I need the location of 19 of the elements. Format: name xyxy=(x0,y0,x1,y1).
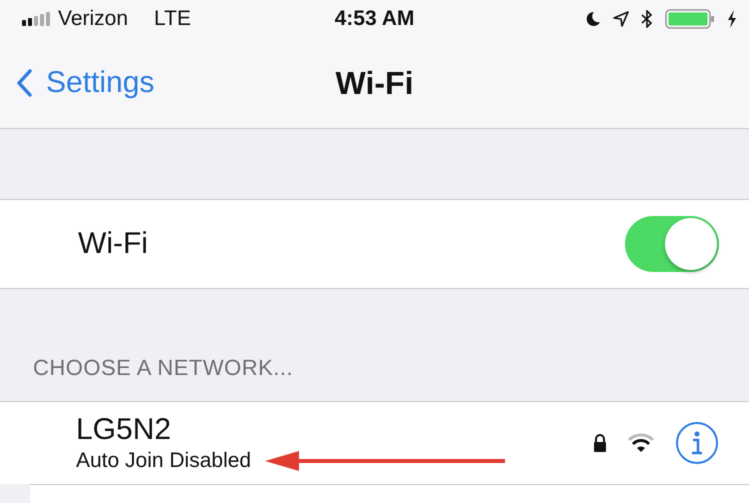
info-icon[interactable] xyxy=(675,421,719,465)
network-status: Auto Join Disabled xyxy=(76,449,252,473)
moon-icon xyxy=(585,11,601,27)
carrier-name: Verizon xyxy=(58,7,128,31)
bluetooth-icon xyxy=(641,10,653,28)
signal-icon xyxy=(22,12,50,26)
back-button[interactable]: Settings xyxy=(0,66,154,100)
network-name: LG5N2 xyxy=(76,413,172,447)
battery-icon xyxy=(665,9,715,29)
wifi-toggle[interactable] xyxy=(625,216,719,272)
network-row[interactable]: LG5N2 Auto Join Disabled xyxy=(0,401,749,484)
wifi-label: Wi-Fi xyxy=(78,227,148,261)
location-arrow-icon xyxy=(613,11,629,27)
screen-title: Wi-Fi xyxy=(336,64,414,102)
network-type: LTE xyxy=(154,7,192,31)
section-header: CHOOSE A NETWORK... xyxy=(33,355,294,381)
clock-time: 4:53 AM xyxy=(334,7,414,31)
wifi-signal-icon xyxy=(627,433,655,453)
back-chevron-icon xyxy=(16,69,32,97)
